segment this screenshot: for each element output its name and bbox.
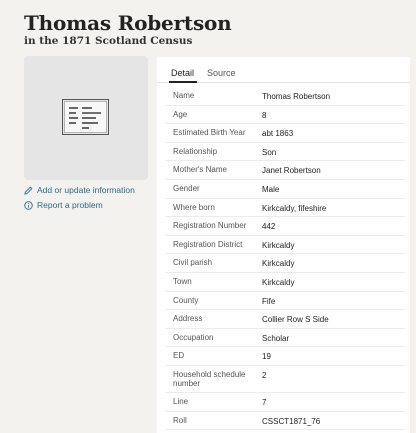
info-circle-icon xyxy=(24,200,33,210)
field-value: Kirkcaldy, fifeshire xyxy=(262,203,327,213)
table-row: Town Kirkcaldy xyxy=(165,273,405,292)
field-label: Town xyxy=(173,276,192,286)
table-row: Line 7 xyxy=(165,393,405,412)
report-problem-link[interactable]: Report a problem xyxy=(24,200,103,210)
report-problem-label: Report a problem xyxy=(37,200,103,210)
field-label: Mother's Name xyxy=(173,165,227,175)
field-value: 442 xyxy=(262,222,276,232)
field-value: Kirkcaldy xyxy=(262,259,295,269)
field-value: 7 xyxy=(262,397,267,407)
table-row: Estimated Birth Year abt 1863 xyxy=(165,124,405,143)
table-row: Address Collier Row S Side xyxy=(165,310,405,329)
field-value: Collier Row S Side xyxy=(262,315,329,325)
table-row: Mother's Name Janet Robertson xyxy=(165,161,405,180)
field-value: Son xyxy=(262,147,277,157)
record-table: Name Thomas Robertson Age 8 Estimated Birt… xyxy=(165,87,405,431)
field-label: Civil parish xyxy=(173,258,213,268)
field-label: Registration Number xyxy=(173,221,247,231)
field-value: CSSCT1871_76 xyxy=(262,416,321,426)
table-row: Age 8 xyxy=(165,106,405,125)
field-label: Where born xyxy=(173,202,215,212)
tab-source[interactable]: Source xyxy=(207,68,236,78)
table-row: Registration Number 442 xyxy=(165,217,405,236)
table-row: Name Thomas Robertson xyxy=(165,87,405,106)
document-icon xyxy=(62,99,109,135)
page-title: Thomas Robertson xyxy=(24,11,232,35)
table-row: Occupation Scholar xyxy=(165,329,405,348)
field-value: Janet Robertson xyxy=(262,166,321,176)
detail-panel: Detail Source Name Thomas Robertson Age 8 … xyxy=(157,57,410,433)
field-label: Registration District xyxy=(173,239,243,249)
field-label: Line xyxy=(173,396,189,406)
tab-detail[interactable]: Detail xyxy=(171,68,194,78)
field-value: 19 xyxy=(262,352,271,362)
field-label: Occupation xyxy=(173,332,214,342)
field-value: Fife xyxy=(262,296,276,306)
field-value: 8 xyxy=(262,110,267,120)
field-value: 2 xyxy=(262,370,267,380)
field-label: Name xyxy=(173,91,195,100)
table-row: Roll CSSCT1871_76 xyxy=(165,412,405,431)
pencil-icon xyxy=(24,186,33,195)
table-row: ED 19 xyxy=(165,347,405,366)
field-label: Age xyxy=(173,109,188,119)
table-row: Civil parish Kirkcaldy xyxy=(165,254,405,273)
field-label: County xyxy=(173,295,199,305)
table-row: Relationship Son xyxy=(165,143,405,162)
page-subtitle: in the 1871 Scotland Census xyxy=(24,35,193,47)
field-label: Roll xyxy=(173,415,187,425)
field-value: Thomas Robertson xyxy=(262,92,331,101)
table-row: Registration District Kirkcaldy xyxy=(165,236,405,255)
field-label: Gender xyxy=(173,183,200,193)
field-label: ED xyxy=(173,351,185,361)
table-row: Where born Kirkcaldy, fifeshire xyxy=(165,199,405,218)
tab-bar: Detail Source xyxy=(157,57,410,83)
field-value: Scholar xyxy=(262,333,290,343)
field-label: Relationship xyxy=(173,146,218,156)
field-value: Kirkcaldy xyxy=(262,277,295,287)
field-label: Address xyxy=(173,314,203,324)
add-update-info-link[interactable]: Add or update information xyxy=(24,185,135,195)
active-tab-indicator xyxy=(169,81,197,83)
table-row: Gender Male xyxy=(165,180,405,199)
table-row: County Fife xyxy=(165,292,405,311)
field-value: Male xyxy=(262,184,280,194)
add-update-info-label: Add or update information xyxy=(37,185,135,195)
record-image-thumbnail[interactable] xyxy=(24,56,148,180)
table-row: Household schedule number 2 xyxy=(165,366,405,393)
field-value: abt 1863 xyxy=(262,129,294,139)
field-label: Estimated Birth Year xyxy=(173,128,246,138)
field-label: Household schedule number xyxy=(173,369,246,388)
field-value: Kirkcaldy xyxy=(262,240,295,250)
